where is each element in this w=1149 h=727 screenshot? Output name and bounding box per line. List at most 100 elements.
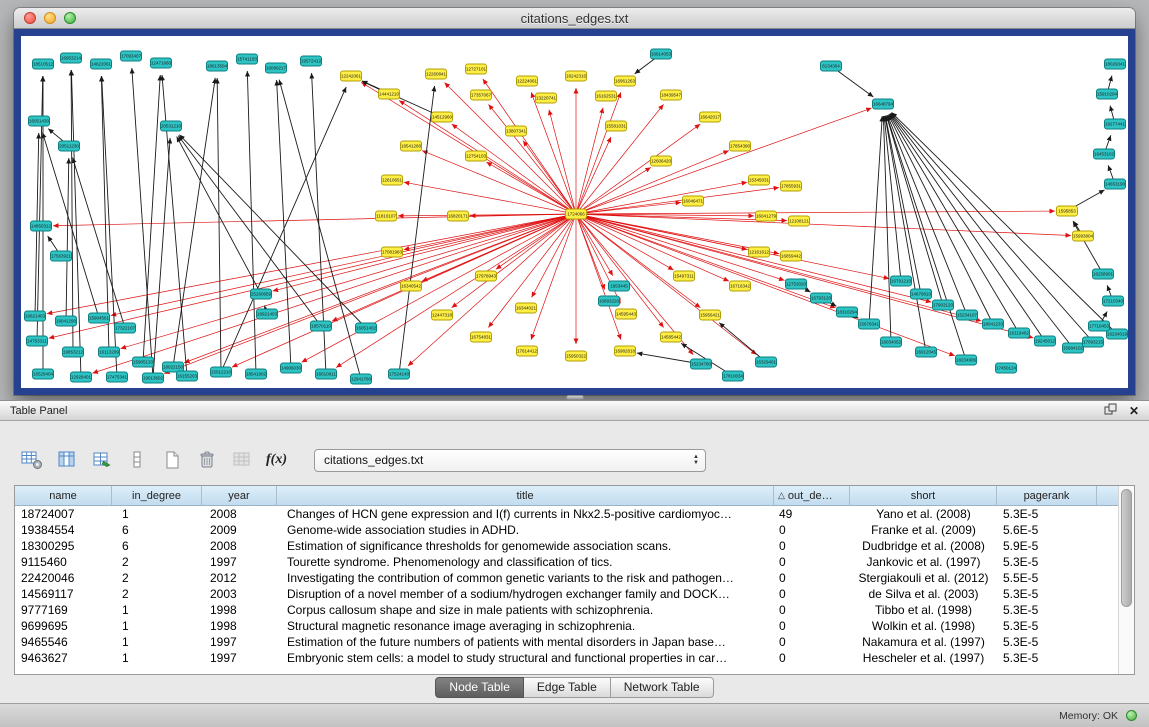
graph-edge[interactable] [887,115,966,360]
graph-edge[interactable] [247,71,256,374]
graph-node[interactable]: 19041290 [56,316,77,326]
graph-node[interactable]: 16234019 [1107,329,1128,339]
graph-node[interactable]: 16754831 [471,332,492,342]
graph-node[interactable]: 14679810 [911,289,932,299]
table-scrollbar[interactable] [1118,486,1134,674]
graph-node[interactable]: 14622061 [91,59,112,69]
graph-node[interactable]: 16953214 [61,53,82,63]
graph-node[interactable]: 16793120 [811,293,832,303]
graph-node[interactable]: 12727101 [466,64,487,74]
graph-edge[interactable] [576,108,603,214]
graph-edge[interactable] [488,104,576,214]
function-builder-button[interactable]: f(x) [263,447,290,474]
graph-edge[interactable] [576,92,621,214]
graph-node[interactable]: 12754103 [466,151,487,161]
graph-node[interactable]: 17854390 [730,141,751,151]
graph-node[interactable]: 15741103 [237,54,258,64]
graph-node[interactable]: 16642017 [700,112,721,122]
column-header-pagerank[interactable]: pagerank [997,486,1097,505]
graph-node[interactable]: 19570110 [311,321,332,331]
graph-node[interactable]: 17978943 [476,271,497,281]
graph-node[interactable]: 12242061 [341,71,362,81]
graph-node[interactable]: 16529404 [33,369,54,379]
graph-node[interactable]: 16961263 [615,76,636,86]
graph-node[interactable]: 18234906 [956,355,977,365]
window-titlebar[interactable]: citations_edges.txt [14,8,1135,29]
graph-node[interactable]: 15910294 [1097,89,1118,99]
graph-node[interactable]: 14850312 [31,221,52,231]
graph-node[interactable]: 15993804 [1073,231,1094,241]
graph-node[interactable]: 16810911 [316,369,337,379]
graph-edge[interactable] [362,81,442,117]
graph-edge[interactable] [302,214,576,362]
graph-node[interactable]: 15679341 [859,319,880,329]
column-header-short[interactable]: short [850,486,997,505]
graph-node[interactable]: 16051402 [356,323,377,333]
graph-node[interactable]: 1724066 [566,209,587,219]
graph-node[interactable]: 16041279 [756,211,777,221]
graph-edge[interactable] [92,214,576,373]
graph-node[interactable]: 1953445 [609,281,630,291]
graph-node[interactable]: 16893220 [599,296,620,306]
graph-node[interactable]: 18310294 [837,307,858,317]
graph-node[interactable]: 19853212 [63,347,84,357]
graph-node[interactable]: 1595853 [1057,206,1078,216]
graph-node[interactable]: 16155203 [177,371,198,381]
graph-node[interactable]: 18510512 [33,59,54,69]
graph-edge[interactable] [888,115,993,324]
graph-node[interactable]: 19245012 [1035,336,1056,346]
graph-node[interactable]: 16648794 [873,99,894,109]
graph-node[interactable]: 16119402 [1009,328,1030,338]
table-row[interactable]: 911546021997Tourette syndrome. Phenomeno… [15,554,1119,570]
graph-node[interactable]: 19572412 [301,56,322,66]
graph-node[interactable]: 18041233 [983,319,1004,329]
graph-node[interactable]: 16344021 [516,303,537,313]
graph-node[interactable]: 11810107 [376,211,397,221]
graph-node[interactable]: 16912045 [916,347,937,357]
graph-node[interactable]: 15956421 [700,310,721,320]
graph-node[interactable]: 14595443 [616,309,637,319]
show-columns-button[interactable] [53,447,80,474]
table-row[interactable]: 969969511998Structural magnetic resonanc… [15,618,1119,634]
graph-edge[interactable] [143,75,160,362]
graph-node[interactable]: 16046471 [683,196,704,206]
graph-edge[interactable] [47,214,576,314]
graph-node[interactable]: 13220741 [536,93,557,103]
graph-node[interactable]: 18029341 [1105,59,1126,69]
graph-node[interactable]: 15905133 [133,357,154,367]
graph-node[interactable]: 17093407 [121,51,142,61]
graph-node[interactable]: 25260659 [251,289,272,299]
graph-edge[interactable] [273,214,576,291]
tab-node-table[interactable]: Node Table [435,677,524,698]
graph-edge[interactable] [576,214,621,340]
graph-edge[interactable] [889,114,1019,333]
graph-node[interactable]: 17903120 [933,300,954,310]
graph-edge[interactable] [576,137,611,214]
graph-edge[interactable] [890,113,1073,348]
table-settings-button[interactable] [18,447,45,474]
graph-node[interactable]: 15684102 [1063,343,1084,353]
graph-node[interactable]: 17710453 [1089,321,1110,331]
column-header-title[interactable]: title [277,486,774,505]
graph-edge[interactable] [66,158,69,321]
graph-node[interactable]: 16791210 [891,276,912,286]
graph-node[interactable]: 16258901 [1093,269,1114,279]
graph-node[interactable]: 15234107 [957,310,978,320]
graph-edge[interactable] [576,214,700,308]
graph-edge[interactable] [336,214,576,368]
table-row[interactable]: 946554611997Estimation of the future num… [15,634,1119,650]
graph-node[interactable]: 16982818 [615,346,636,356]
graph-node[interactable]: 18921403 [257,309,278,319]
graph-node[interactable]: 12928401 [71,372,92,382]
graph-node[interactable]: 17357067 [471,90,492,100]
graph-edge[interactable] [719,323,766,362]
graph-edge[interactable] [576,214,674,270]
graph-node[interactable]: 16329401 [756,357,777,367]
graph-node[interactable]: 12260841 [426,69,447,79]
table-row[interactable]: 1872400712008Changes of HCN gene express… [15,506,1119,522]
graph-node[interactable]: 12161612 [749,247,770,257]
table-row[interactable]: 1938455462009Genome-wide association stu… [15,522,1119,538]
table-row[interactable]: 1830029562008Estimation of significance … [15,538,1119,554]
row-height-button[interactable] [123,447,150,474]
graph-node[interactable]: 16089217 [266,63,287,73]
